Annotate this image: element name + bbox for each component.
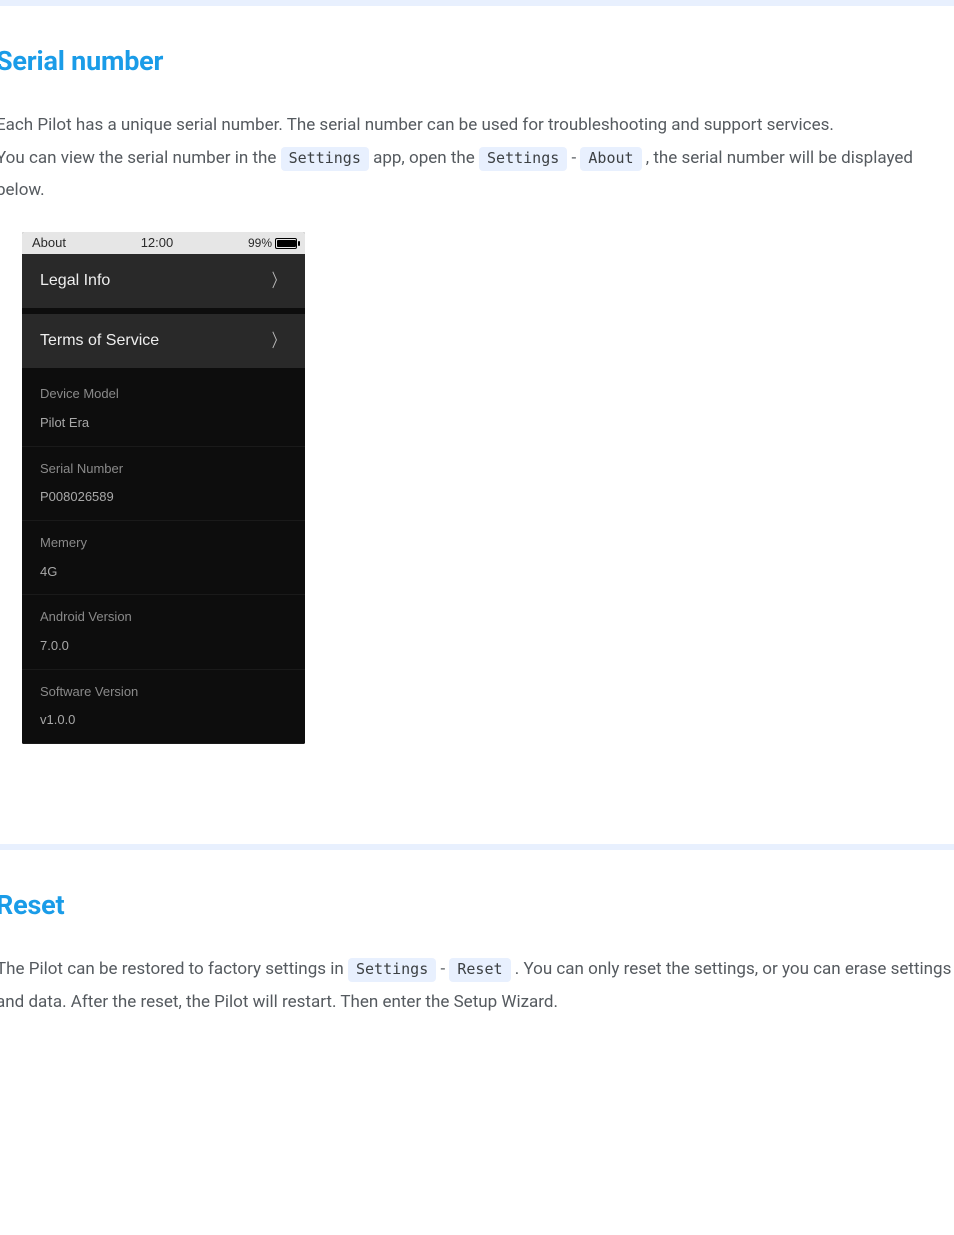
status-battery: 99% bbox=[248, 232, 297, 254]
battery-icon bbox=[275, 238, 297, 249]
menu-label: Terms of Service bbox=[40, 326, 159, 356]
reset-code: Reset bbox=[449, 958, 510, 982]
text-fragment: You can view the serial number in the bbox=[0, 148, 281, 168]
info-value: 7.0.0 bbox=[40, 634, 287, 659]
info-label: Software Version bbox=[40, 680, 287, 705]
text-separator: - bbox=[571, 148, 580, 168]
reset-heading: Reset bbox=[0, 880, 954, 931]
info-row-serial-number: Serial Number P008026589 bbox=[22, 447, 305, 521]
text-fragment: The Pilot can be restored to factory set… bbox=[0, 959, 348, 979]
serial-number-intro: Each Pilot has a unique serial number. T… bbox=[0, 109, 954, 141]
about-code: About bbox=[580, 147, 641, 171]
info-label: Android Version bbox=[40, 605, 287, 630]
settings-code: Settings bbox=[281, 147, 369, 171]
chevron-right-icon: 〉 bbox=[272, 264, 285, 298]
text-fragment: app, open the bbox=[373, 148, 479, 168]
serial-number-heading: Serial number bbox=[0, 36, 954, 87]
info-label: Device Model bbox=[40, 382, 287, 407]
info-value: v1.0.0 bbox=[40, 708, 287, 733]
serial-number-instructions: You can view the serial number in the Se… bbox=[0, 142, 954, 207]
info-row-software-version: Software Version v1.0.0 bbox=[22, 670, 305, 744]
info-row-memory: Memery 4G bbox=[22, 521, 305, 595]
battery-percent: 99% bbox=[248, 232, 272, 254]
menu-label: Legal Info bbox=[40, 266, 110, 296]
info-value: P008026589 bbox=[40, 485, 287, 510]
info-label: Serial Number bbox=[40, 457, 287, 482]
device-info-block: Device Model Pilot Era Serial Number P00… bbox=[22, 368, 305, 744]
status-title: About bbox=[32, 232, 66, 255]
device-screenshot: About 12:00 99% Legal Info 〉 Terms of Se… bbox=[22, 232, 305, 744]
chevron-right-icon: 〉 bbox=[272, 324, 285, 358]
status-time: 12:00 bbox=[141, 232, 174, 255]
info-value: Pilot Era bbox=[40, 411, 287, 436]
info-value: 4G bbox=[40, 560, 287, 585]
settings-code: Settings bbox=[348, 958, 436, 982]
settings-code: Settings bbox=[479, 147, 567, 171]
menu-item-legal-info[interactable]: Legal Info 〉 bbox=[22, 254, 305, 308]
info-row-device-model: Device Model Pilot Era bbox=[22, 372, 305, 446]
info-row-android-version: Android Version 7.0.0 bbox=[22, 595, 305, 669]
reset-instructions: The Pilot can be restored to factory set… bbox=[0, 953, 954, 1018]
text-separator: - bbox=[440, 959, 449, 979]
status-bar: About 12:00 99% bbox=[22, 232, 305, 254]
info-label: Memery bbox=[40, 531, 287, 556]
menu-item-terms-of-service[interactable]: Terms of Service 〉 bbox=[22, 314, 305, 368]
